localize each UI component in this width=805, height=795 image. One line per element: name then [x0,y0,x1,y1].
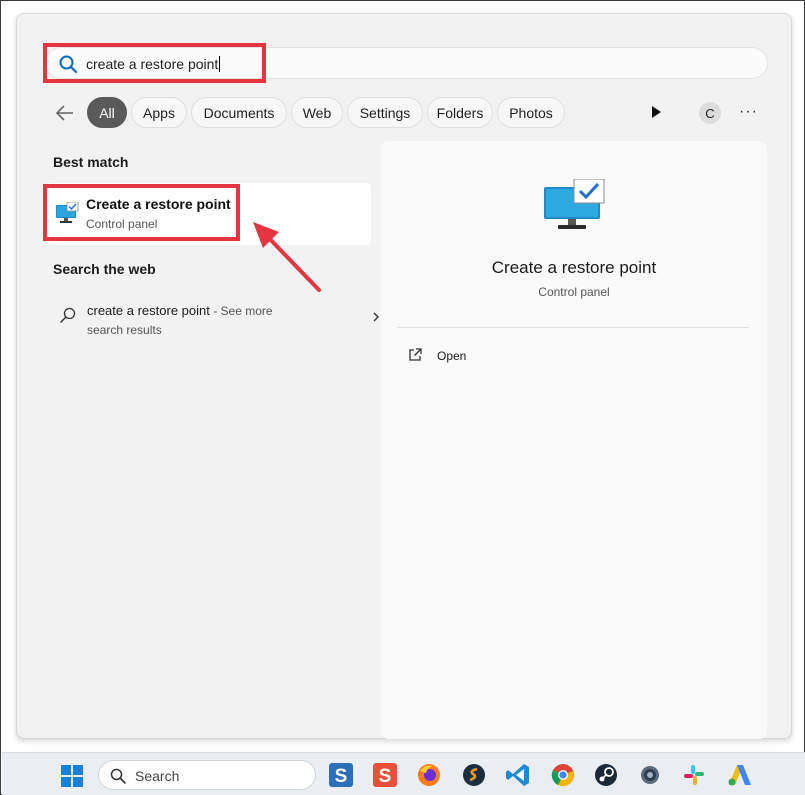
chrome-icon[interactable] [550,762,576,788]
play-more-filters-icon[interactable] [649,105,663,119]
slack-icon[interactable] [681,762,707,788]
simplenote-icon[interactable] [461,762,487,788]
tab-all[interactable]: All [87,97,127,128]
preview-subtitle: Control panel [538,285,610,299]
tab-photos[interactable]: Photos [497,97,565,128]
best-match-heading: Best match [53,154,129,170]
taskbar-search-box[interactable]: Search [98,760,316,790]
start-search-panel: create a restore point All Apps Document… [16,13,792,739]
windows-start-icon[interactable] [60,764,84,788]
taskbar-search-icon [109,767,127,785]
red-arrow-annotation [253,222,321,292]
search-query-text: create a restore point [86,56,219,72]
account-avatar[interactable]: C [699,102,721,124]
vscode-icon[interactable] [505,762,531,788]
svg-text:S: S [335,766,348,787]
text-caret [219,56,221,72]
search-input[interactable]: create a restore point [86,56,221,72]
open-external-icon [407,347,423,363]
tab-web[interactable]: Web [291,97,343,128]
preview-divider [397,327,749,328]
web-result-see-more: - See more [209,304,273,318]
search-box[interactable]: create a restore point [45,47,768,79]
sheets-s-icon[interactable]: S [372,762,398,788]
open-label: Open [437,349,467,363]
sticky-s-icon[interactable]: S [328,762,354,788]
back-arrow-icon[interactable] [53,101,77,125]
taskbar: Search S S [2,752,805,795]
web-search-icon [59,306,77,324]
best-match-title: Create a restore point [86,196,231,212]
tab-settings[interactable]: Settings [347,97,423,128]
web-result-line1: create a restore point - See more [87,303,273,318]
settings-icon[interactable] [637,762,663,788]
ads-icon[interactable] [726,762,752,788]
tab-apps[interactable]: Apps [131,97,187,128]
screenshot-frame: create a restore point All Apps Document… [0,0,805,795]
best-match-subtitle: Control panel [86,217,158,231]
search-icon [58,54,78,74]
preview-title: Create a restore point [491,258,657,277]
monitor-check-icon [55,201,79,224]
monitor-check-large-icon [544,178,606,231]
filter-row: All Apps Documents Web Settings Folders … [47,97,777,129]
web-search-result[interactable]: create a restore point - See more search… [47,296,379,342]
web-result-line2: search results [87,323,162,337]
tab-documents[interactable]: Documents [191,97,287,128]
taskbar-search-label: Search [135,768,180,784]
search-web-heading: Search the web [53,261,156,277]
tab-folders[interactable]: Folders [427,97,493,128]
svg-text:S: S [379,766,392,787]
firefox-icon[interactable] [416,762,442,788]
open-action[interactable]: Open [407,347,527,367]
more-options-icon[interactable]: ··· [739,103,759,123]
preview-pane: Create a restore point Control panel Ope… [381,141,767,739]
steam-icon[interactable] [593,762,619,788]
web-result-query: create a restore point [87,303,210,318]
